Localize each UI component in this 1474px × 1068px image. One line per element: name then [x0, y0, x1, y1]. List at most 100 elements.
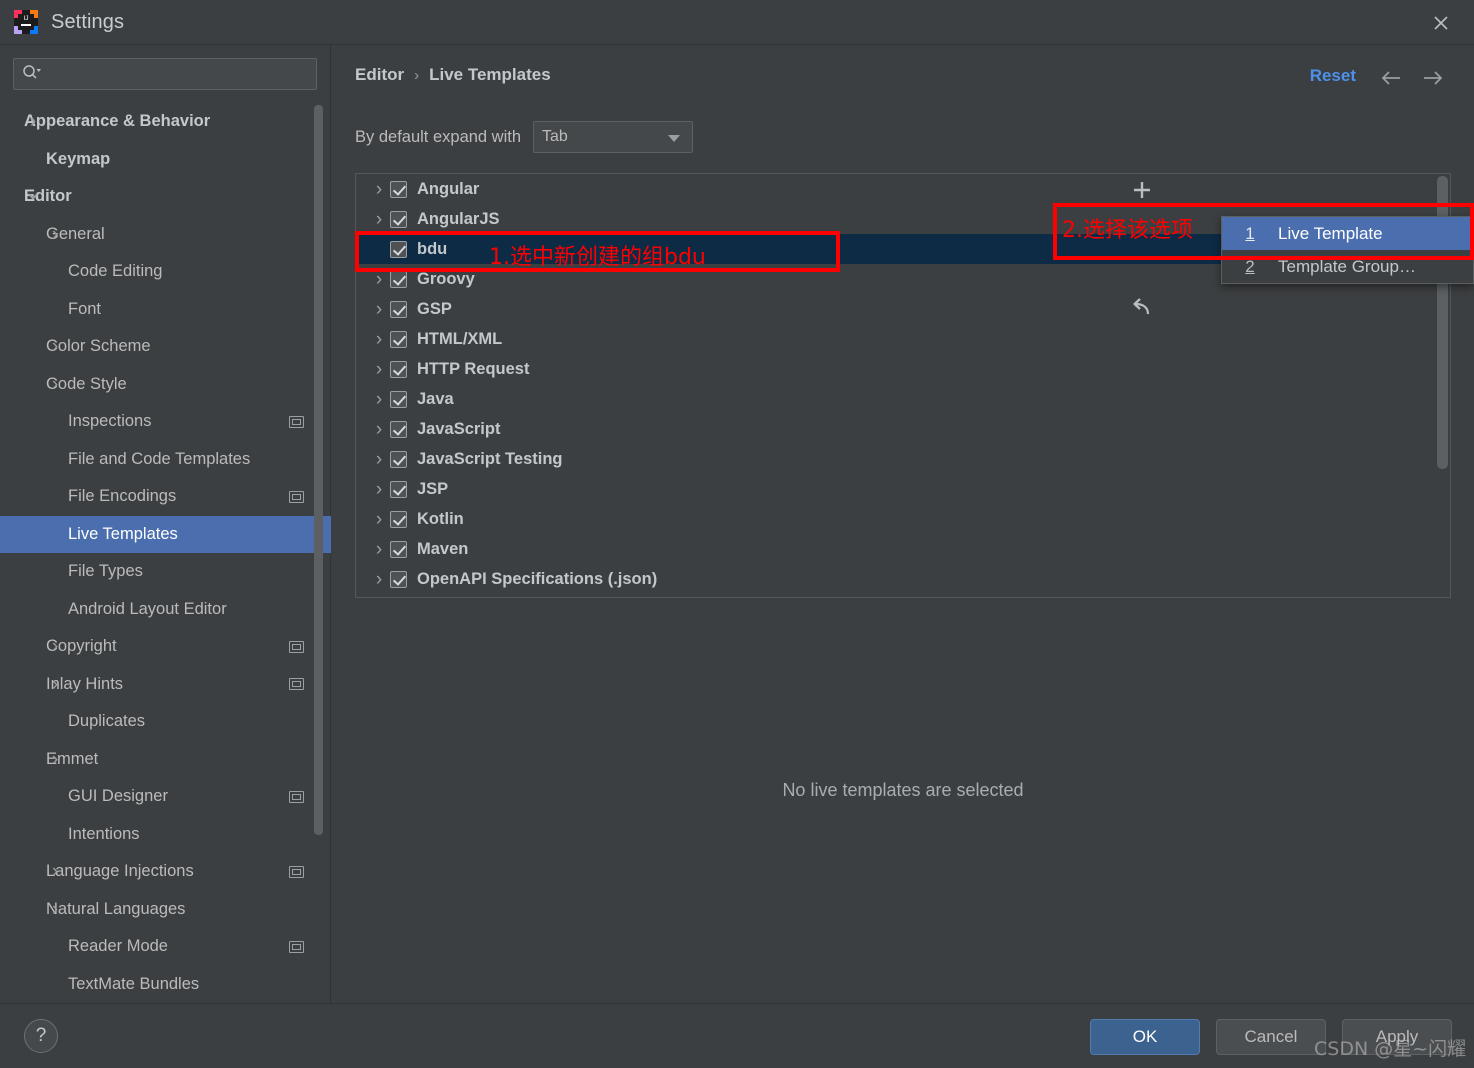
template-group-row[interactable]: › Kotlin — [356, 504, 1450, 534]
sidebar-item-textmate-bundles[interactable]: TextMate Bundles — [0, 966, 331, 1004]
chevron-right-icon[interactable]: › — [44, 862, 66, 881]
sidebar-item-duplicates[interactable]: Duplicates — [0, 703, 331, 741]
annotation-text-popup: 2.选择该选项 — [1062, 218, 1193, 243]
chevron-right-icon[interactable]: › — [44, 637, 66, 656]
sidebar-item-reader-mode[interactable]: Reader Mode — [0, 928, 331, 966]
chevron-right-icon[interactable]: › — [368, 300, 390, 319]
template-group-row[interactable]: › HTTP Request — [356, 354, 1450, 384]
chevron-right-icon[interactable]: › — [368, 390, 390, 409]
sidebar-item-file-encodings[interactable]: File Encodings — [0, 478, 331, 516]
template-group-row[interactable]: › Angular — [356, 174, 1450, 204]
template-group-checkbox[interactable] — [390, 210, 407, 228]
project-scope-icon — [289, 678, 304, 691]
chevron-right-icon[interactable]: › — [368, 210, 390, 229]
template-group-row[interactable]: › JavaScript Testing — [356, 444, 1450, 474]
template-group-checkbox[interactable] — [390, 240, 407, 258]
chevron-right-icon[interactable]: › — [44, 675, 66, 694]
sidebar-scrollbar[interactable] — [314, 105, 323, 835]
sidebar-item-natural-languages[interactable]: › Natural Languages — [0, 891, 331, 929]
chevron-right-icon[interactable]: › — [368, 180, 390, 199]
chevron-right-icon[interactable]: › — [368, 360, 390, 379]
sidebar-item-keymap[interactable]: Keymap — [0, 141, 331, 179]
expand-with-select[interactable]: Tab — [533, 121, 694, 153]
template-group-row[interactable]: › Java — [356, 384, 1450, 414]
sidebar-item-color-scheme[interactable]: › Color Scheme — [0, 328, 331, 366]
sidebar-item-gui-designer[interactable]: GUI Designer — [0, 778, 331, 816]
template-group-checkbox[interactable] — [390, 300, 407, 318]
popup-item-label: Template Group… — [1278, 256, 1416, 276]
sidebar-item-editor[interactable]: ⌄ Editor — [0, 178, 331, 216]
template-group-checkbox[interactable] — [390, 330, 407, 348]
sidebar-item-android-layout-editor[interactable]: Android Layout Editor — [0, 591, 331, 629]
sidebar-item-code-editing[interactable]: Code Editing — [0, 253, 331, 291]
template-group-checkbox[interactable] — [390, 570, 407, 588]
template-group-row[interactable]: › JavaScript — [356, 414, 1450, 444]
sidebar-item-inspections[interactable]: Inspections — [0, 403, 331, 441]
template-group-checkbox[interactable] — [390, 420, 407, 438]
chevron-right-icon[interactable]: › — [368, 480, 390, 499]
template-group-row[interactable]: › Maven — [356, 534, 1450, 564]
sidebar-item-general[interactable]: › General — [0, 216, 331, 254]
sidebar-item-copyright[interactable]: › Copyright — [0, 628, 331, 666]
chevron-right-icon[interactable]: › — [44, 900, 66, 919]
sidebar-item-file-types[interactable]: File Types — [0, 553, 331, 591]
sidebar-item-live-templates[interactable]: Live Templates — [0, 515, 331, 553]
search-box[interactable] — [13, 58, 317, 90]
add-template-popup-menu: 1 Live Template 2 Template Group… — [1221, 216, 1474, 284]
template-group-checkbox[interactable] — [390, 390, 407, 408]
chevron-right-icon[interactable]: › — [368, 540, 390, 559]
template-group-checkbox[interactable] — [390, 360, 407, 378]
arrow-right-icon[interactable] — [1420, 67, 1446, 89]
template-group-label: GSP — [417, 299, 452, 318]
chevron-right-icon[interactable]: › — [368, 450, 390, 469]
chevron-right-icon[interactable]: › — [368, 510, 390, 529]
intellij-idea-logo-icon: IJ — [13, 9, 39, 35]
sidebar-item-label: Keymap — [46, 149, 111, 168]
window-title: Settings — [51, 10, 125, 33]
revert-arrow-icon[interactable] — [1121, 288, 1163, 328]
template-group-checkbox[interactable] — [390, 270, 407, 288]
template-group-checkbox[interactable] — [390, 450, 407, 468]
template-group-row[interactable]: › OpenAPI Specifications (.json) — [356, 564, 1450, 594]
breadcrumb: Editor › Live Templates — [355, 65, 551, 85]
add-template-button[interactable] — [1121, 170, 1163, 210]
sidebar-item-file-and-code-templates[interactable]: File and Code Templates — [0, 441, 331, 479]
chevron-right-icon[interactable]: › — [44, 225, 66, 244]
sidebar-item-code-style[interactable]: › Code Style — [0, 366, 331, 404]
reset-link[interactable]: Reset — [1310, 66, 1356, 86]
sidebar-item-appearance-behavior[interactable]: › Appearance & Behavior — [0, 103, 331, 141]
sidebar-item-inlay-hints[interactable]: › Inlay Hints — [0, 666, 331, 704]
template-group-checkbox[interactable] — [390, 480, 407, 498]
chevron-right-icon[interactable]: › — [368, 420, 390, 439]
popup-menu-item[interactable]: 2 Template Group… — [1222, 250, 1473, 283]
template-group-row[interactable]: › JSP — [356, 474, 1450, 504]
annotation-text-bdu: 1.选中新创建的组bdu — [489, 245, 706, 270]
cancel-button[interactable]: Cancel — [1216, 1019, 1326, 1055]
chevron-down-icon[interactable]: ⌄ — [22, 183, 44, 203]
help-button[interactable]: ? — [24, 1019, 58, 1053]
sidebar-item-language-injections[interactable]: › Language Injections — [0, 853, 331, 891]
chevron-right-icon[interactable]: › — [44, 750, 66, 769]
template-group-checkbox[interactable] — [390, 180, 407, 198]
popup-menu-item[interactable]: 1 Live Template — [1222, 217, 1473, 250]
sidebar-item-emmet[interactable]: › Emmet — [0, 741, 331, 779]
search-input[interactable] — [48, 66, 308, 82]
project-scope-icon — [289, 940, 304, 953]
breadcrumb-item-live-templates: Live Templates — [429, 65, 551, 84]
chevron-right-icon[interactable]: › — [22, 112, 44, 131]
template-group-row[interactable]: › GSP — [356, 294, 1450, 324]
template-group-checkbox[interactable] — [390, 510, 407, 528]
arrow-left-icon[interactable] — [1378, 67, 1404, 89]
chevron-right-icon[interactable]: › — [44, 337, 66, 356]
chevron-right-icon[interactable]: › — [44, 375, 66, 394]
close-icon[interactable] — [1426, 8, 1456, 38]
ok-button[interactable]: OK — [1090, 1019, 1200, 1055]
chevron-right-icon[interactable]: › — [368, 570, 390, 589]
sidebar-item-intentions[interactable]: Intentions — [0, 816, 331, 854]
chevron-right-icon[interactable]: › — [368, 270, 390, 289]
template-group-row[interactable]: › HTML/XML — [356, 324, 1450, 354]
template-group-checkbox[interactable] — [390, 540, 407, 558]
sidebar-item-font[interactable]: Font — [0, 291, 331, 329]
breadcrumb-item-editor[interactable]: Editor — [355, 65, 404, 85]
chevron-right-icon[interactable]: › — [368, 330, 390, 349]
